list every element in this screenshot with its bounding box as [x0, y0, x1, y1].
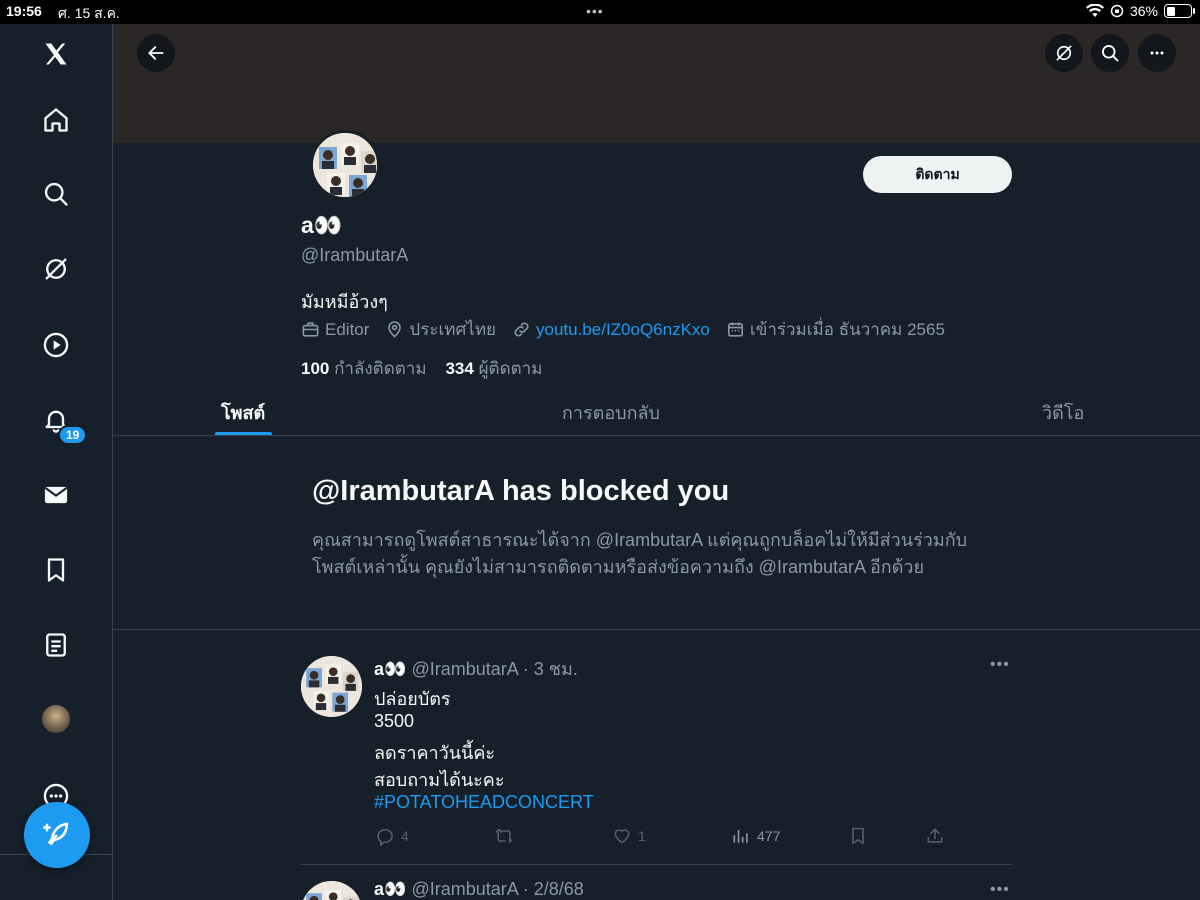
share-icon — [927, 828, 943, 843]
profile-link-label[interactable]: youtu.be/IZ0oQ6nzKxo — [536, 320, 710, 340]
link-icon — [514, 322, 529, 337]
profile-location-label: ประเทศไทย — [409, 320, 496, 339]
bookmark-button[interactable] — [848, 826, 874, 846]
followers-count: 334 — [445, 359, 474, 378]
orientation-lock-icon — [1110, 4, 1124, 18]
bookmarks-icon[interactable] — [40, 554, 72, 586]
reply-count: 4 — [401, 828, 409, 844]
retweet-icon — [495, 828, 513, 844]
profile-stats: 100 กำลังติดตาม 334 ผู้ติดตาม — [301, 355, 542, 382]
more-icon[interactable] — [1138, 34, 1176, 72]
blocked-divider — [113, 629, 1200, 630]
messages-icon[interactable] — [40, 479, 72, 511]
blocked-description-line-1: คุณสามารถดูโพสต์สาธารณะได้จาก @Irambutar… — [312, 530, 968, 550]
notifications-badge: 19 — [58, 425, 88, 445]
following-label: กำลังติดตาม — [334, 359, 427, 378]
tweet-more-icon[interactable]: ••• — [990, 881, 1010, 899]
profile-name: a👀 — [301, 212, 343, 238]
profile-banner — [113, 24, 1200, 143]
heart-icon — [614, 829, 630, 844]
tweet-text-line: ปล่อยบัตร — [374, 689, 451, 709]
blocked-title: @IrambutarA has blocked you — [312, 475, 730, 507]
grok-icon[interactable] — [40, 253, 72, 285]
followers-label: ผู้ติดตาม — [478, 359, 543, 378]
status-date: ศ. 15 ส.ค. — [58, 5, 120, 21]
tweet-header: a👀 @IrambutarA · 2/8/68 — [374, 879, 584, 900]
like-button[interactable]: 1 — [612, 826, 646, 846]
like-count: 1 — [638, 828, 646, 844]
tab-replies[interactable]: การตอบกลับ — [562, 398, 660, 427]
blocked-description-line-2: โพสต์เหล่านั้น คุณยังไม่สามารถติดตามหรือ… — [312, 557, 925, 577]
tabs-divider — [113, 435, 1200, 436]
tweet-avatar[interactable] — [301, 881, 362, 900]
reply-button[interactable]: 4 — [375, 826, 409, 846]
profile-category-label: Editor — [325, 319, 370, 339]
location-pin-icon — [388, 321, 402, 338]
search-icon[interactable] — [1091, 34, 1129, 72]
battery-icon — [1164, 4, 1195, 18]
profile-link[interactable]: youtu.be/IZ0oQ6nzKxo — [512, 320, 710, 340]
x-logo-icon[interactable] — [40, 38, 72, 70]
followers-link[interactable]: 334 ผู้ติดตาม — [445, 359, 542, 378]
following-link[interactable]: 100 กำลังติดตาม — [301, 359, 427, 378]
tweet-more-icon[interactable]: ••• — [990, 656, 1010, 674]
wifi-icon — [1085, 4, 1104, 17]
multitasking-dots-icon[interactable]: ••• — [586, 3, 604, 19]
tweet-author-handle[interactable]: @IrambutarA — [411, 659, 517, 679]
profile-category: Editor — [301, 320, 369, 340]
views-count: 477 — [757, 828, 781, 844]
views-button[interactable]: 477 — [731, 826, 780, 846]
status-time: 19:56 — [6, 3, 42, 19]
search-icon[interactable] — [40, 178, 72, 210]
profile-handle: @IrambutarA — [301, 245, 409, 265]
tweet-time[interactable]: · 3 ชม. — [523, 659, 578, 679]
tweet-text-line: 3500 — [374, 711, 415, 731]
calendar-icon — [727, 322, 743, 337]
status-indicators: 36% — [1085, 3, 1195, 19]
tab-videos[interactable]: วิดีโอ — [1042, 398, 1084, 427]
views-icon — [733, 830, 748, 843]
share-button[interactable] — [925, 826, 951, 846]
profile-location: ประเทศไทย — [385, 316, 496, 343]
tweet-author-handle[interactable]: @IrambutarA — [411, 879, 517, 899]
follow-button[interactable]: ติดตาม — [863, 156, 1012, 193]
back-arrow-icon[interactable] — [137, 34, 175, 72]
briefcase-icon — [302, 322, 319, 337]
tweet-avatar[interactable] — [301, 656, 362, 717]
tweet-author-name[interactable]: a👀 — [374, 659, 406, 679]
tab-posts[interactable]: โพสต์ — [221, 398, 265, 427]
grok-icon[interactable] — [1045, 34, 1083, 72]
profile-bio: มัมหมีอ้วงๆ — [301, 292, 388, 312]
battery-percent: 36% — [1129, 3, 1158, 19]
video-icon[interactable] — [40, 329, 72, 361]
compose-feather-icon[interactable] — [24, 802, 90, 868]
tweet-divider — [301, 864, 1012, 865]
blocked-description: คุณสามารถดูโพสต์สาธารณะได้จาก @Irambutar… — [312, 527, 1012, 581]
reply-icon — [377, 829, 393, 846]
status-bar: 19:56 ศ. 15 ส.ค. ••• 36% — [0, 0, 1200, 24]
retweet-button[interactable] — [494, 826, 520, 846]
following-count: 100 — [301, 359, 330, 378]
home-icon[interactable] — [40, 104, 72, 136]
lists-icon[interactable] — [40, 629, 72, 661]
profile-joined-label: เข้าร่วมเมื่อ ธันวาคม 2565 — [749, 320, 945, 339]
tweet-hashtag[interactable]: #POTATOHEADCONCERT — [374, 792, 594, 813]
battery-level — [1166, 6, 1175, 16]
profile-avatar-large[interactable] — [310, 130, 380, 200]
tweet-author-name[interactable]: a👀 — [374, 879, 406, 899]
sidebar: 19 — [0, 24, 113, 900]
bookmark-icon — [852, 827, 864, 845]
tweet-time[interactable]: · 2/8/68 — [523, 879, 584, 899]
tweet-header: a👀 @IrambutarA · 3 ชม. — [374, 654, 578, 683]
profile-joined: เข้าร่วมเมื่อ ธันวาคม 2565 — [726, 316, 945, 343]
tweet-text-line: ลดราคาวันนี้ค่ะ — [374, 743, 496, 763]
profile-avatar[interactable] — [42, 705, 70, 733]
tweet-text-line: สอบถามได้นะคะ — [374, 770, 505, 790]
profile-meta: Editor ประเทศไทย youtu.be/IZ0oQ6nzKxo เข… — [301, 316, 961, 343]
